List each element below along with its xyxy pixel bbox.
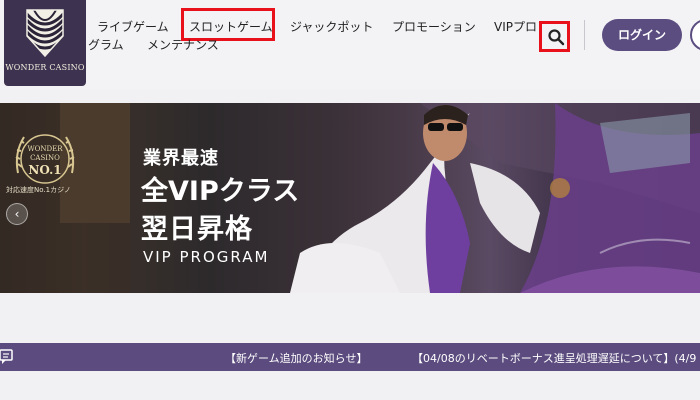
ticker-news-item[interactable]: 【04/08のリベートボーナス進呈処理遅延について】(4/9 [412, 350, 696, 366]
nav-promotion[interactable]: プロモーション [392, 18, 476, 35]
register-button[interactable] [690, 19, 700, 51]
banner-artwork [0, 103, 700, 293]
header-divider [584, 20, 585, 50]
swirl-logo-icon [26, 9, 64, 58]
medal-caption: 対応速度No.1カジノ [6, 186, 71, 194]
search-icon [548, 29, 565, 46]
ticker-news-item[interactable]: 【新ゲーム追加のお知らせ】 [225, 350, 367, 366]
news-ticker: 【新ゲーム追加のお知らせ】 【04/08のリベートボーナス進呈処理遅延について】… [0, 343, 700, 371]
login-button[interactable]: ログイン [602, 19, 682, 51]
medal-line-1: WONDER [27, 145, 63, 153]
nav-jackpot[interactable]: ジャックポット [290, 18, 373, 35]
site-logo[interactable]: WONDER CASINO [4, 0, 86, 86]
site-header: WONDER CASINO ライブゲーム スロットゲーム ジャックポット プロモ… [0, 0, 700, 90]
banner-subtitle: VIP PROGRAM [143, 248, 270, 266]
banner-headline-2: 全VIPクラス [141, 176, 300, 207]
nav-maintenance[interactable]: メンテナンス [147, 36, 219, 53]
search-button[interactable] [539, 21, 570, 52]
banner-headline-1: 業界最速 [143, 148, 219, 169]
nav-vip-program-wrap[interactable]: グラム [88, 36, 124, 53]
banner-prev-button[interactable]: ‹ [6, 203, 28, 225]
nav-vip-program[interactable]: VIPプロ [494, 18, 540, 35]
medal-line-3: NO.1 [28, 163, 61, 177]
medal-line-2: CASINO [30, 154, 60, 162]
chevron-left-icon: ‹ [14, 207, 20, 221]
page: WONDER CASINO ライブゲーム スロットゲーム ジャックポット プロモ… [0, 0, 700, 400]
nav-live-games[interactable]: ライブゲーム [97, 18, 169, 35]
banner-headline-3: 翌日昇格 [141, 214, 253, 245]
hero-banner[interactable]: WONDER CASINO NO.1 対応速度No.1カジノ ‹ 業界最速 全V… [0, 103, 700, 293]
logo-text: WONDER CASINO [5, 63, 85, 72]
chat-icon [0, 349, 13, 364]
